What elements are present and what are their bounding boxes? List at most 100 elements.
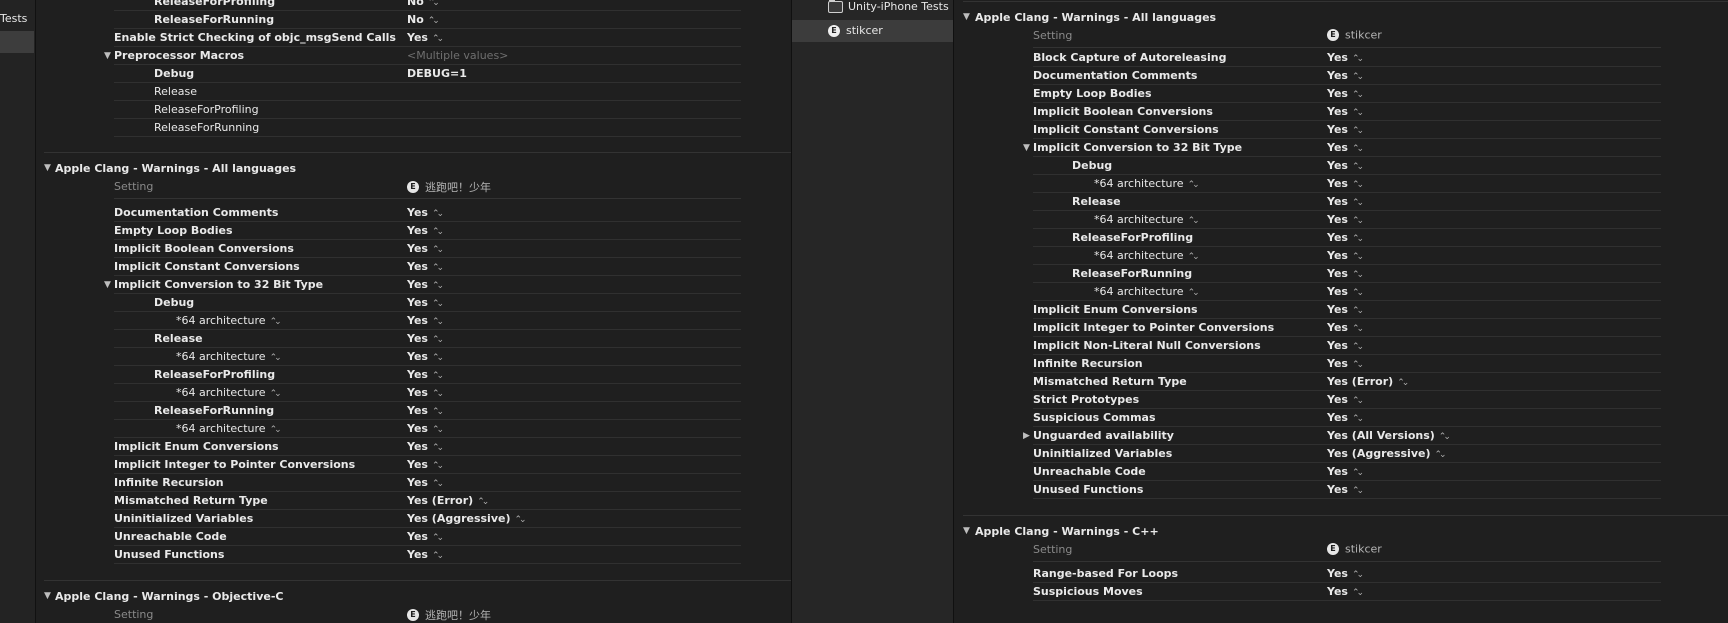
chevron-updown-icon[interactable]: ⌃⌄ xyxy=(1352,306,1364,316)
chevron-updown-icon[interactable]: ⌃⌄ xyxy=(1439,432,1451,442)
chevron-updown-icon[interactable]: ⌃⌄ xyxy=(1188,216,1200,226)
nav-item-unity-iphone-tests[interactable]: Unity-iPhone Tests xyxy=(792,0,953,18)
setting-row-releaseforprofiling[interactable]: ReleaseForProfiling No ⌃⌄ xyxy=(36,0,741,11)
disclosure-open-icon[interactable]: ▼ xyxy=(104,47,111,65)
setting-row-releaseforprofiling[interactable]: ReleaseForProfiling Yes ⌃⌄ xyxy=(954,229,1661,247)
setting-row-64-architecture[interactable]: *64 architecture ⌃⌄ Yes ⌃⌄ xyxy=(36,312,741,330)
chevron-updown-icon[interactable]: ⌃⌄ xyxy=(432,245,444,255)
setting-row-range-based-for-loops[interactable]: Range-based For Loops Yes ⌃⌄ xyxy=(954,565,1661,583)
chevron-updown-icon[interactable]: ⌃⌄ xyxy=(432,479,444,489)
target-column-header[interactable]: Estikcer xyxy=(1327,542,1382,556)
setting-row-releaseforrunning[interactable]: ReleaseForRunning No ⌃⌄ xyxy=(36,11,741,29)
chevron-updown-icon[interactable]: ⌃⌄ xyxy=(432,263,444,273)
setting-row-64-architecture[interactable]: *64 architecture ⌃⌄ Yes ⌃⌄ xyxy=(954,283,1661,301)
chevron-updown-icon[interactable]: ⌃⌄ xyxy=(1352,234,1364,244)
disclosure-open-icon[interactable]: ▼ xyxy=(104,276,111,294)
chevron-updown-icon[interactable]: ⌃⌄ xyxy=(432,389,444,399)
setting-row-mismatched-return-type[interactable]: Mismatched Return Type Yes (Error) ⌃⌄ xyxy=(36,492,741,510)
chevron-updown-icon[interactable]: ⌃⌄ xyxy=(1188,252,1200,262)
chevron-updown-icon[interactable]: ⌃⌄ xyxy=(1435,450,1447,460)
chevron-updown-icon[interactable]: ⌃⌄ xyxy=(515,515,527,525)
setting-row-implicit-conversion-to-32-bit-type[interactable]: ▼ Implicit Conversion to 32 Bit Type Yes ⌃⌄ xyxy=(954,139,1661,157)
setting-row-64-architecture[interactable]: *64 architecture ⌃⌄ Yes ⌃⌄ xyxy=(36,420,741,438)
setting-row-releaseforrunning[interactable]: ReleaseForRunning Yes ⌃⌄ xyxy=(954,265,1661,283)
target-column-header[interactable]: E 逃跑吧！少年 xyxy=(407,607,491,623)
disclosure-closed-icon[interactable]: ▶ xyxy=(1023,427,1030,445)
chevron-updown-icon[interactable]: ⌃⌄ xyxy=(432,335,444,345)
setting-row-empty-loop-bodies[interactable]: Empty Loop Bodies Yes ⌃⌄ xyxy=(36,222,741,240)
setting-row-mismatched-return-type[interactable]: Mismatched Return Type Yes (Error) ⌃⌄ xyxy=(954,373,1661,391)
chevron-updown-icon[interactable]: ⌃⌄ xyxy=(1352,216,1364,226)
setting-row-unguarded-availability[interactable]: ▶ Unguarded availability Yes (All Versions… xyxy=(954,427,1661,445)
chevron-updown-icon[interactable]: ⌃⌄ xyxy=(428,0,440,8)
target-column-header[interactable]: Estikcer xyxy=(1327,28,1382,42)
chevron-updown-icon[interactable]: ⌃⌄ xyxy=(270,425,282,435)
chevron-updown-icon[interactable]: ⌃⌄ xyxy=(432,425,444,435)
chevron-updown-icon[interactable]: ⌃⌄ xyxy=(270,353,282,363)
nav-item-stikcer[interactable]: Estikcer xyxy=(792,20,953,42)
chevron-updown-icon[interactable]: ⌃⌄ xyxy=(1352,396,1364,406)
chevron-updown-icon[interactable]: ⌃⌄ xyxy=(1188,180,1200,190)
chevron-updown-icon[interactable]: ⌃⌄ xyxy=(1188,288,1200,298)
chevron-updown-icon[interactable]: ⌃⌄ xyxy=(428,16,440,26)
chevron-updown-icon[interactable]: ⌃⌄ xyxy=(1352,414,1364,424)
setting-row-documentation-comments[interactable]: Documentation Comments Yes ⌃⌄ xyxy=(954,67,1661,85)
setting-row-releaseforrunning[interactable]: ReleaseForRunning xyxy=(36,119,741,137)
chevron-updown-icon[interactable]: ⌃⌄ xyxy=(1352,270,1364,280)
disclosure-open-icon[interactable]: ▼ xyxy=(1023,139,1030,157)
setting-row-64-architecture[interactable]: *64 architecture ⌃⌄ Yes ⌃⌄ xyxy=(36,348,741,366)
chevron-updown-icon[interactable]: ⌃⌄ xyxy=(1352,360,1364,370)
section-title[interactable]: Apple Clang - Warnings - All languages xyxy=(55,162,296,175)
setting-row-unreachable-code[interactable]: Unreachable Code Yes ⌃⌄ xyxy=(36,528,741,546)
setting-row-preprocessor-macros[interactable]: ▼ Preprocessor Macros <Multiple values> xyxy=(36,47,741,65)
setting-row-release[interactable]: Release Yes ⌃⌄ xyxy=(954,193,1661,211)
setting-row-strict-prototypes[interactable]: Strict Prototypes Yes ⌃⌄ xyxy=(954,391,1661,409)
chevron-updown-icon[interactable]: ⌃⌄ xyxy=(432,299,444,309)
chevron-updown-icon[interactable]: ⌃⌄ xyxy=(1352,588,1364,598)
chevron-updown-icon[interactable]: ⌃⌄ xyxy=(477,497,489,507)
chevron-updown-icon[interactable]: ⌃⌄ xyxy=(270,389,282,399)
setting-row-implicit-enum-conversions[interactable]: Implicit Enum Conversions Yes ⌃⌄ xyxy=(36,438,741,456)
chevron-updown-icon[interactable]: ⌃⌄ xyxy=(1352,468,1364,478)
setting-row-implicit-non-literal-null-conversions[interactable]: Implicit Non-Literal Null Conversions Yes… xyxy=(954,337,1661,355)
setting-row-implicit-integer-to-pointer-conversions[interactable]: Implicit Integer to Pointer Conversions Y… xyxy=(36,456,741,474)
chevron-updown-icon[interactable]: ⌃⌄ xyxy=(1352,108,1364,118)
setting-row-implicit-enum-conversions[interactable]: Implicit Enum Conversions Yes ⌃⌄ xyxy=(954,301,1661,319)
chevron-updown-icon[interactable]: ⌃⌄ xyxy=(1352,180,1364,190)
setting-row-unused-functions[interactable]: Unused Functions Yes ⌃⌄ xyxy=(36,546,741,564)
navigator-selection[interactable] xyxy=(0,31,34,53)
setting-value[interactable]: DEBUG=1 xyxy=(407,65,467,83)
chevron-updown-icon[interactable]: ⌃⌄ xyxy=(432,281,444,291)
chevron-updown-icon[interactable]: ⌃⌄ xyxy=(1352,198,1364,208)
chevron-updown-icon[interactable]: ⌃⌄ xyxy=(432,371,444,381)
setting-row-debug[interactable]: Debug Yes ⌃⌄ xyxy=(954,157,1661,175)
section-title[interactable]: Apple Clang - Warnings - All languages xyxy=(975,11,1216,24)
chevron-updown-icon[interactable]: ⌃⌄ xyxy=(1352,288,1364,298)
setting-row-implicit-constant-conversions[interactable]: Implicit Constant Conversions Yes ⌃⌄ xyxy=(36,258,741,276)
chevron-updown-icon[interactable]: ⌃⌄ xyxy=(432,461,444,471)
setting-row-suspicious-commas[interactable]: Suspicious Commas Yes ⌃⌄ xyxy=(954,409,1661,427)
chevron-updown-icon[interactable]: ⌃⌄ xyxy=(432,227,444,237)
section-disclosure-open-icon[interactable]: ▼ xyxy=(44,591,51,601)
setting-row-debug[interactable]: Debug DEBUG=1 xyxy=(36,65,741,83)
setting-row-implicit-boolean-conversions[interactable]: Implicit Boolean Conversions Yes ⌃⌄ xyxy=(36,240,741,258)
chevron-updown-icon[interactable]: ⌃⌄ xyxy=(1352,90,1364,100)
setting-row-suspicious-moves[interactable]: Suspicious Moves Yes ⌃⌄ xyxy=(954,583,1661,601)
setting-row-64-architecture[interactable]: *64 architecture ⌃⌄ Yes ⌃⌄ xyxy=(954,247,1661,265)
setting-row-infinite-recursion[interactable]: Infinite Recursion Yes ⌃⌄ xyxy=(954,355,1661,373)
chevron-updown-icon[interactable]: ⌃⌄ xyxy=(432,443,444,453)
setting-row-infinite-recursion[interactable]: Infinite Recursion Yes ⌃⌄ xyxy=(36,474,741,492)
setting-row-releaseforprofiling[interactable]: ReleaseForProfiling xyxy=(36,101,741,119)
setting-row-implicit-constant-conversions[interactable]: Implicit Constant Conversions Yes ⌃⌄ xyxy=(954,121,1661,139)
setting-row-implicit-boolean-conversions[interactable]: Implicit Boolean Conversions Yes ⌃⌄ xyxy=(954,103,1661,121)
setting-row-64-architecture[interactable]: *64 architecture ⌃⌄ Yes ⌃⌄ xyxy=(954,175,1661,193)
chevron-updown-icon[interactable]: ⌃⌄ xyxy=(1352,126,1364,136)
chevron-updown-icon[interactable]: ⌃⌄ xyxy=(432,353,444,363)
chevron-updown-icon[interactable]: ⌃⌄ xyxy=(432,317,444,327)
setting-row-implicit-integer-to-pointer-conversions[interactable]: Implicit Integer to Pointer Conversions Y… xyxy=(954,319,1661,337)
section-title[interactable]: Apple Clang - Warnings - Objective-C xyxy=(55,590,283,603)
chevron-updown-icon[interactable]: ⌃⌄ xyxy=(1397,378,1409,388)
setting-row-empty-loop-bodies[interactable]: Empty Loop Bodies Yes ⌃⌄ xyxy=(954,85,1661,103)
chevron-updown-icon[interactable]: ⌃⌄ xyxy=(1352,252,1364,262)
section-title[interactable]: Apple Clang - Warnings - C++ xyxy=(975,525,1159,538)
